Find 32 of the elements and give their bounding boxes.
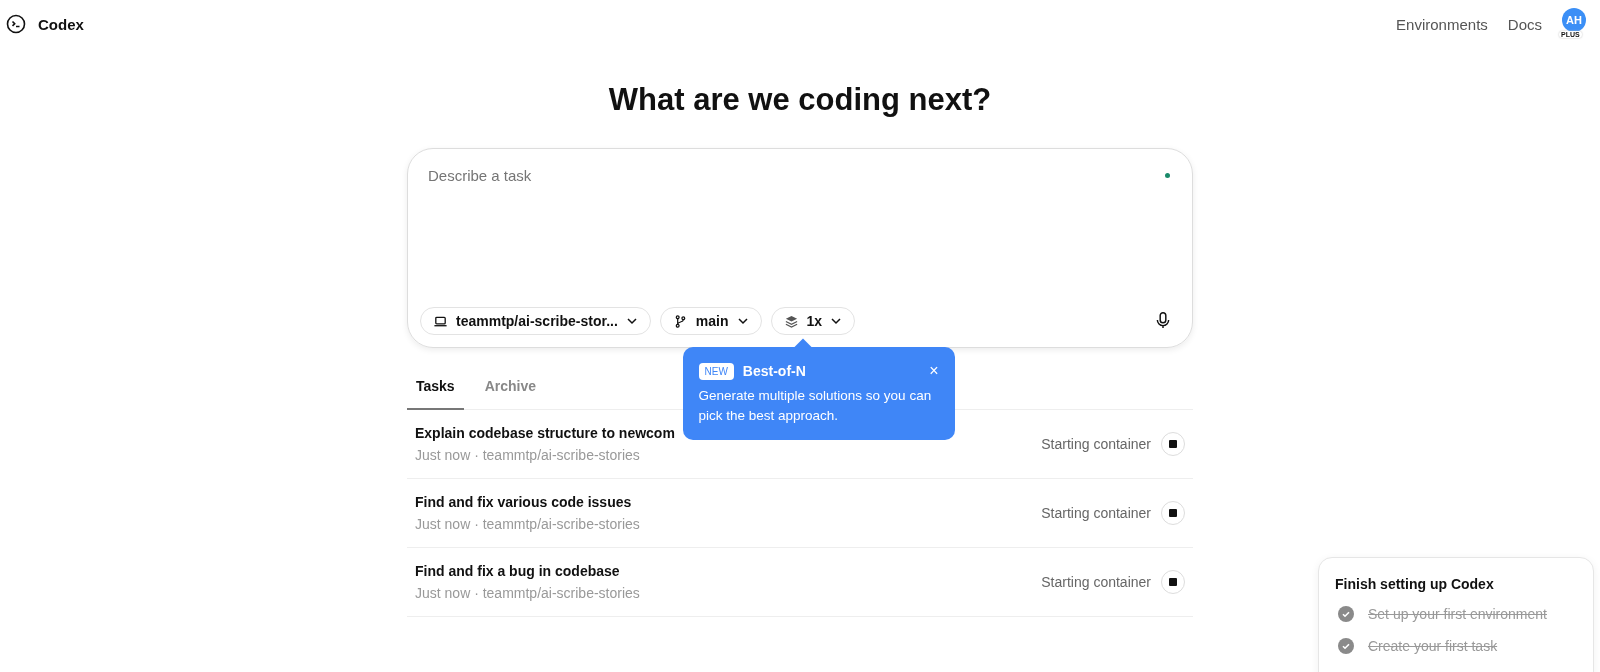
stack-icon [783,313,799,329]
popover-text: Generate multiple solutions so you can pick the best approach. [698,387,933,425]
chevron-down-icon [830,315,843,327]
stop-button[interactable] [1161,501,1185,525]
selector-chip[interactable]: teammtp/ai-scribe-stor... [420,307,651,335]
tab[interactable]: Tasks [407,372,464,410]
task-meta: Just now · teammtp/ai-scribe-stories [415,447,641,463]
task-meta: Just now · teammtp/ai-scribe-stories [415,585,641,601]
task-status: Starting container [1041,574,1151,590]
task-title[interactable]: Find and fix various code issues [415,494,1042,510]
chevron-down-icon [625,315,638,327]
task-meta: Just now · teammtp/ai-scribe-stories [415,516,641,532]
nav-link[interactable]: Docs [1507,15,1542,33]
stop-button[interactable] [1161,432,1185,456]
task-title[interactable]: Find and fix a bug in codebase [415,563,1042,579]
tab[interactable]: Archive [475,372,546,410]
selector-chip[interactable]: main [659,307,762,335]
terminal-logo-icon [6,14,26,34]
page-heading: What are we coding next? [607,82,993,118]
task-status: Starting container [1041,505,1151,521]
selector-chip[interactable]: 1x [770,307,856,335]
brand-name: Codex [38,15,84,33]
setup-title: Finish setting up Codex [1335,576,1495,592]
stop-button[interactable] [1161,570,1185,594]
popover-title: Best-of-N [742,363,807,379]
status-dot-icon [1165,173,1170,178]
nav-link[interactable]: Environments [1396,15,1488,33]
task-title[interactable]: Explain codebase structure to newcom [415,425,1042,441]
new-badge: NEW [698,362,734,380]
chevron-down-icon [736,315,749,327]
close-button[interactable]: × [929,362,939,380]
microphone-icon [1154,310,1172,329]
